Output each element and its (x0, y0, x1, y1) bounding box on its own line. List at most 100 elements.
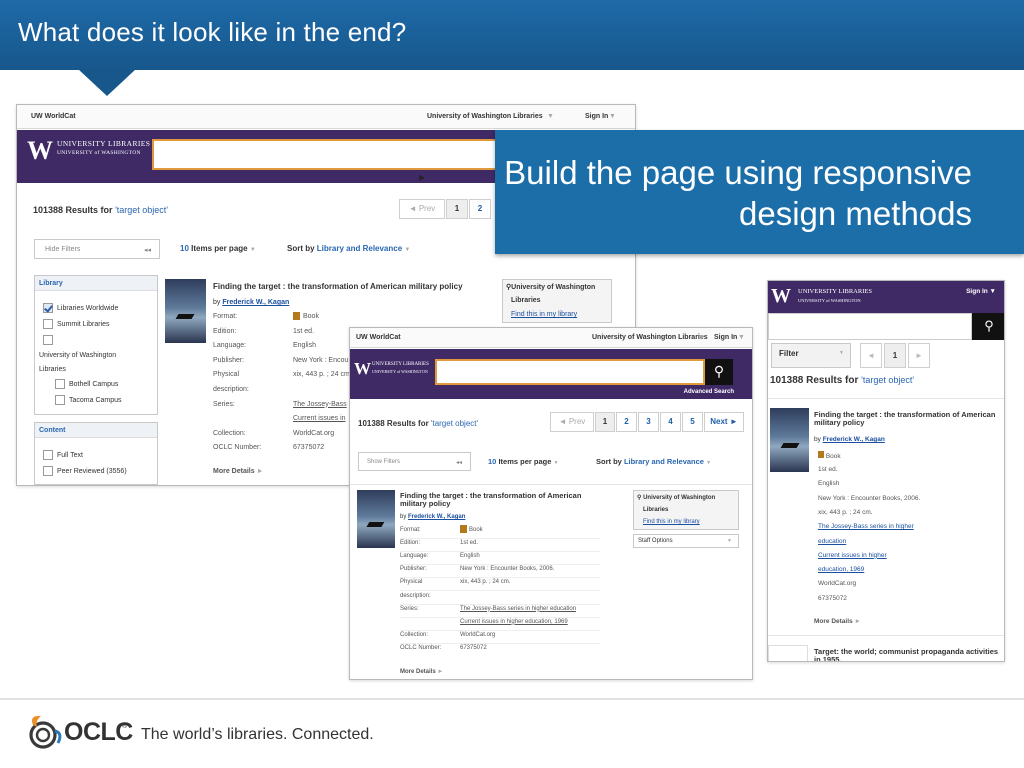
page-1-button[interactable]: 1 (446, 199, 468, 219)
items-per-page-select[interactable]: 10 Items per page ▼ (488, 457, 558, 466)
filter-button[interactable]: Filter ▼ (771, 343, 851, 368)
chevron-down-icon: ▼ (547, 113, 554, 120)
series-link[interactable]: education, 1969 (818, 566, 864, 573)
series-link[interactable]: Current issues in higher (818, 552, 887, 559)
checkbox[interactable] (43, 450, 53, 460)
checkbox[interactable] (43, 319, 53, 329)
next-page-button[interactable]: ► (908, 343, 930, 368)
sign-in-link[interactable]: Sign In ▼ (966, 288, 996, 295)
facet-content-header[interactable]: Content (35, 423, 157, 438)
more-details-label: More Details (213, 468, 255, 475)
hide-filters-button[interactable]: Hide Filters ◂◂ (34, 239, 160, 259)
more-details-link[interactable]: More Details ► (400, 669, 443, 675)
detail-value[interactable]: Current issues in higher education, 1969 (460, 619, 568, 625)
chevron-right-icon: ► (437, 669, 444, 675)
sort-select[interactable]: Sort by Library and Relevance ▼ (287, 244, 410, 253)
chevron-down-icon: ▼ (839, 350, 844, 356)
chevron-down-icon: ▼ (738, 334, 745, 341)
detail-label: Physical (213, 371, 240, 379)
facet-peer-reviewed[interactable]: Peer Reviewed (3556) (43, 466, 127, 476)
prev-page-button[interactable]: ◄ Prev (399, 199, 445, 219)
more-details-link[interactable]: More Details ► (814, 618, 861, 625)
search-button[interactable]: ⚲ (705, 359, 733, 385)
items-per-page-label: Items per page (498, 457, 552, 466)
record-title[interactable]: Finding the target : the transformation … (814, 411, 999, 427)
detail-label: Publisher: (400, 566, 427, 573)
sort-value: Library and Relevance (316, 244, 403, 253)
page-2-button[interactable]: 2 (469, 199, 491, 219)
author-link[interactable]: Frederick W., Kagan (408, 514, 465, 520)
sort-select[interactable]: Sort by Library and Relevance ▼ (596, 457, 711, 466)
search-input[interactable] (435, 359, 705, 385)
checkbox[interactable] (55, 379, 65, 389)
items-per-page-select[interactable]: 10 Items per page ▼ (180, 244, 256, 253)
page-3-button[interactable]: 3 (638, 412, 659, 432)
row-divider (400, 590, 600, 592)
detail-label: OCLC Number: (400, 644, 442, 651)
detail-value[interactable]: The Jossey-Bass (293, 401, 347, 408)
sign-in-link[interactable]: Sign In (585, 113, 608, 120)
facet-uw-checkbox[interactable] (43, 335, 57, 345)
detail-value: WorldCat.org (818, 580, 857, 588)
library-selector[interactable]: University of Washington Libraries (592, 334, 708, 341)
author-link[interactable]: Frederick W., Kagan (823, 436, 885, 443)
chevron-down-icon: ▼ (609, 113, 616, 120)
detail-value: New York : Encounter Books, 2006. (460, 566, 555, 573)
next-record-title[interactable]: Target: the world; communist propaganda … (814, 648, 999, 662)
author-link[interactable]: Frederick W., Kagan (222, 299, 289, 306)
facet-summit-libraries[interactable]: Summit Libraries (43, 319, 110, 329)
detail-label: Format: (400, 527, 421, 533)
search-input[interactable] (768, 313, 972, 340)
show-filters-button[interactable]: Show Filters ◂◂ (358, 452, 471, 471)
sign-in-link[interactable]: Sign In (714, 334, 737, 341)
checkbox-checked[interactable] (43, 303, 53, 313)
expand-icon: ◂◂ (455, 460, 462, 466)
page-2-button[interactable]: 2 (616, 412, 637, 432)
sort-value: Library and Relevance (623, 457, 704, 466)
holdings-libraries[interactable]: Libraries (511, 297, 541, 304)
search-button[interactable]: ⚲ (972, 313, 1004, 340)
prev-page-button[interactable]: ◄ (860, 343, 882, 368)
facet-bothell[interactable]: Bothell Campus (55, 379, 118, 389)
library-selector[interactable]: University of Washington Libraries (427, 113, 543, 120)
detail-value[interactable]: Current issues in (293, 415, 346, 422)
book-cover-image[interactable] (165, 279, 206, 343)
series-link[interactable]: education (818, 538, 846, 545)
next-page-button[interactable]: Next ► (704, 412, 744, 432)
page-4-button[interactable]: 4 (660, 412, 681, 432)
series-link[interactable]: The Jossey-Bass series in higher (818, 523, 914, 530)
detail-label: Series: (213, 400, 235, 408)
find-in-library-link[interactable]: Find this in my library (511, 311, 577, 318)
detail-value[interactable]: The Jossey-Bass series in higher educati… (460, 606, 576, 612)
book-cover-image[interactable] (357, 490, 395, 548)
detail-value: 67375072 (818, 594, 847, 602)
record-title[interactable]: Finding the target : the transformation … (400, 492, 600, 508)
checkbox[interactable] (43, 466, 53, 476)
slide-title: What does it look like in the end? (18, 17, 407, 47)
page-1-button[interactable]: 1 (884, 343, 906, 368)
results-count: 101388 Results for (358, 419, 429, 428)
book-cover-image[interactable] (770, 408, 809, 472)
detail-value: 67375072 (293, 444, 325, 452)
facet-full-text[interactable]: Full Text (43, 450, 83, 460)
holdings-libraries[interactable]: Libraries (643, 507, 668, 513)
hide-filters-label: Hide Filters (45, 246, 81, 253)
holdings-library: University of Washington (643, 495, 716, 501)
results-query: 'target object' (861, 375, 915, 385)
more-details-link[interactable]: More Details ► (213, 468, 264, 475)
book-cover-placeholder (768, 645, 808, 661)
page-1-button[interactable]: 1 (595, 412, 615, 432)
record-title[interactable]: Finding the target : the transformation … (213, 282, 463, 291)
facet-libraries-worldwide[interactable]: Libraries Worldwide (43, 303, 118, 313)
page-5-button[interactable]: 5 (682, 412, 703, 432)
advanced-search-link[interactable]: Advanced Search (684, 389, 734, 395)
prev-page-button[interactable]: ◄ Prev (550, 412, 594, 432)
checkbox[interactable] (43, 335, 53, 345)
find-in-library-link[interactable]: Find this in my library (643, 519, 700, 525)
facet-tacoma[interactable]: Tacoma Campus (55, 395, 122, 405)
search-input[interactable] (152, 139, 502, 170)
facet-library-header[interactable]: Library (35, 276, 157, 291)
filter-label: Filter (779, 349, 799, 358)
checkbox[interactable] (55, 395, 65, 405)
staff-options-select[interactable]: Staff Options ▼ (633, 534, 739, 548)
